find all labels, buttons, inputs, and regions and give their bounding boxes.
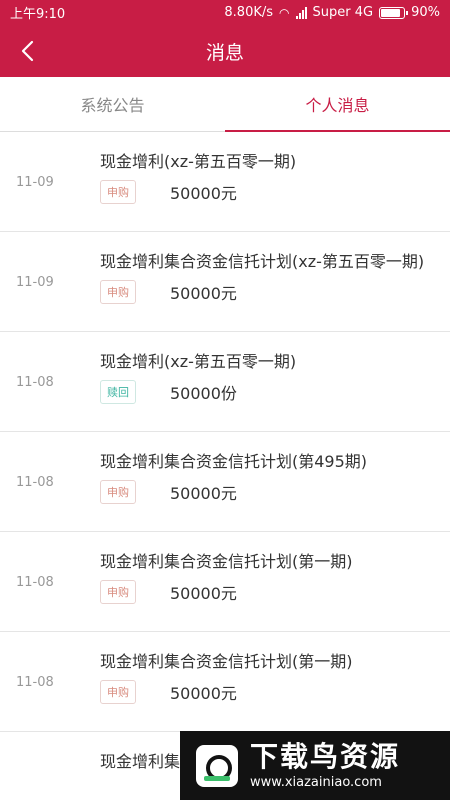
message-content: 现金增利集合资金信托计划(第一期) 申购 50000元 (100, 650, 450, 714)
chevron-left-icon (21, 40, 34, 62)
message-meta: 申购 50000元 (100, 180, 436, 204)
type-badge: 申购 (100, 580, 136, 604)
type-badge: 申购 (100, 480, 136, 504)
message-title: 现金增利(xz-第五百零一期) (100, 352, 297, 371)
message-amount: 50000份 (170, 384, 237, 403)
message-item[interactable]: 11-08 现金增利集合资金信托计划(第一期) 申购 50000元 (0, 532, 450, 632)
message-meta: 申购 50000元 (100, 580, 436, 604)
message-amount: 50000元 (170, 484, 237, 503)
type-badge: 申购 (100, 680, 136, 704)
message-amount: 50000元 (170, 184, 237, 203)
message-meta: 申购 50000元 (100, 280, 436, 304)
message-item[interactable]: 11-08 现金增利集合资金信托计划(第495期) 申购 50000元 (0, 432, 450, 532)
app-bar: 消息 (0, 25, 450, 77)
message-title: 现金增利(xz-第五百零一期) (100, 152, 297, 171)
message-content: 现金增利(xz-第五百零一期) 赎回 50000份 (100, 350, 450, 414)
message-list[interactable]: 11-09 现金增利(xz-第五百零一期) 申购 50000元 11-09 现金… (0, 132, 450, 800)
type-badge: 申购 (100, 280, 136, 304)
message-title: 现金增利集合资金信托计划(xz-第五百零一期) (100, 252, 425, 271)
status-bar: 上午9:10 8.80K/s ◠ Super 4G 90% (0, 0, 450, 25)
carrier-name: Super 4G (312, 5, 374, 20)
message-date: 11-08 (16, 674, 54, 690)
status-indicators: 8.80K/s ◠ Super 4G 90% (224, 5, 440, 20)
message-date: 11-08 (16, 574, 54, 590)
battery-level: 90% (411, 5, 440, 20)
status-time: 上午9:10 (10, 7, 66, 22)
message-content: 现金增利集合资金信托计划(xz-第五百零一期) 申购 50000元 (100, 250, 450, 314)
message-content: 现金增利集合资金信托计划(第495期) 申购 50000元 (100, 450, 450, 514)
tab-bar: 系统公告 个人消息 (0, 77, 450, 132)
message-date: 11-08 (16, 474, 54, 490)
tab-personal-messages[interactable]: 个人消息 (225, 77, 450, 132)
bird-logo-icon (196, 744, 238, 787)
message-item[interactable]: 11-09 现金增利集合资金信托计划(xz-第五百零一期) 申购 50000元 (0, 232, 450, 332)
type-badge: 赎回 (100, 380, 136, 404)
message-item[interactable]: 11-08 现金增利集合资金信托计划(第一期) 申购 50000元 (0, 632, 450, 732)
message-meta: 申购 50000元 (100, 680, 436, 704)
message-content: 现金增利集合资金信托计划(第一期) 申购 50000元 (100, 550, 450, 614)
message-date: 11-09 (16, 274, 54, 290)
watermark-text: 下载鸟资源 www.xiazainiao.com (250, 739, 401, 790)
message-item[interactable]: 11-09 现金增利(xz-第五百零一期) 申购 50000元 (0, 132, 450, 232)
network-speed: 8.80K/s (224, 5, 274, 20)
watermark-name: 下载鸟资源 (250, 739, 401, 773)
message-date: 11-09 (16, 174, 54, 190)
message-meta: 赎回 50000份 (100, 380, 436, 404)
message-title: 现金增利集合资金信托计划(第一期) (100, 552, 353, 571)
message-content: 现金增利(xz-第五百零一期) 申购 50000元 (100, 150, 450, 214)
message-amount: 50000元 (170, 584, 237, 603)
signal-icon (295, 6, 307, 19)
back-button[interactable] (12, 35, 44, 67)
tab-system-notice[interactable]: 系统公告 (0, 77, 225, 131)
message-title: 现金增利集合资金信托计划(第一期) (100, 652, 353, 671)
message-date (0, 750, 100, 800)
message-amount: 50000元 (170, 684, 237, 703)
watermark-url: www.xiazainiao.com (250, 774, 382, 790)
page-title: 消息 (205, 41, 244, 64)
watermark-banner: 下载鸟资源 www.xiazainiao.com (180, 731, 450, 800)
message-meta: 申购 50000元 (100, 480, 436, 504)
type-badge: 申购 (100, 180, 136, 204)
message-amount: 50000元 (170, 284, 237, 303)
wifi-icon: ◠ (279, 5, 290, 20)
message-date: 11-08 (16, 374, 54, 390)
message-title: 现金增利集合资金信托计划(第495期) (100, 452, 368, 471)
battery-icon (379, 6, 409, 19)
message-item[interactable]: 11-08 现金增利(xz-第五百零一期) 赎回 50000份 (0, 332, 450, 432)
